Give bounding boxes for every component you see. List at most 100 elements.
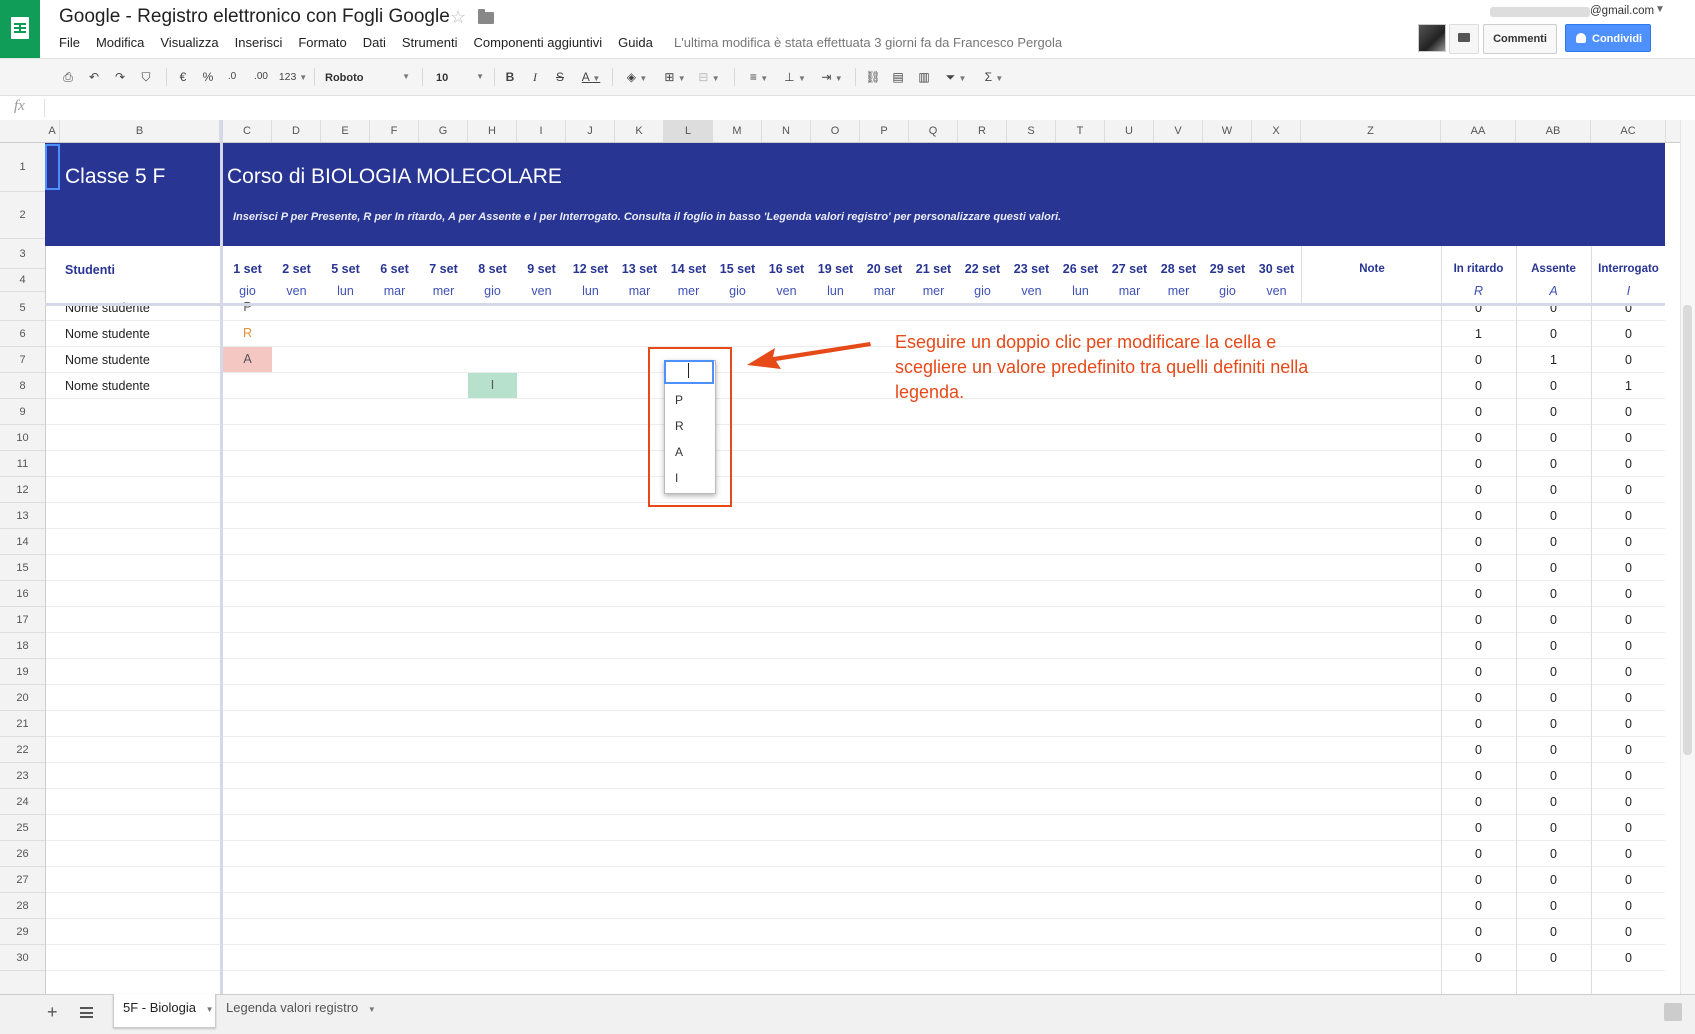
undo-icon[interactable]: ↶	[86, 68, 102, 86]
date-header[interactable]: 5 set	[321, 262, 370, 276]
count-cell[interactable]: 0	[1441, 951, 1516, 965]
date-header[interactable]: 1 set	[223, 262, 272, 276]
count-cell[interactable]: 0	[1591, 431, 1666, 445]
count-cell[interactable]: 0	[1591, 925, 1666, 939]
weekday-header[interactable]: lun	[1056, 284, 1105, 298]
row-header-21[interactable]: 21	[0, 711, 45, 737]
summary-code[interactable]: I	[1591, 284, 1666, 298]
chat-icon[interactable]	[1449, 24, 1479, 54]
date-header[interactable]: 26 set	[1056, 262, 1105, 276]
weekday-header[interactable]: lun	[811, 284, 860, 298]
menu-dati[interactable]: Dati	[363, 35, 386, 53]
date-header[interactable]: 29 set	[1203, 262, 1252, 276]
count-cell[interactable]: 0	[1516, 327, 1591, 341]
weekday-header[interactable]: ven	[272, 284, 321, 298]
count-cell[interactable]: 0	[1441, 353, 1516, 367]
count-cell[interactable]: 0	[1441, 873, 1516, 887]
star-icon[interactable]: ☆	[450, 7, 466, 28]
column-header-z[interactable]: Z	[1301, 120, 1441, 142]
class-title[interactable]: Classe 5 F	[65, 165, 165, 189]
column-header-u[interactable]: U	[1105, 120, 1154, 142]
row-header-24[interactable]: 24	[0, 789, 45, 815]
weekday-header[interactable]: mar	[1105, 284, 1154, 298]
count-cell[interactable]: 0	[1441, 483, 1516, 497]
dropdown-option-i[interactable]: I	[675, 471, 678, 485]
horizontal-align-icon[interactable]: ≡ ▼	[744, 68, 774, 86]
bold-button[interactable]: B	[503, 68, 517, 86]
student-name[interactable]: Nome studente	[65, 353, 150, 367]
count-cell[interactable]: 0	[1591, 535, 1666, 549]
weekday-header[interactable]: ven	[762, 284, 811, 298]
count-cell[interactable]: 0	[1516, 717, 1591, 731]
date-header[interactable]: 15 set	[713, 262, 762, 276]
row-header-13[interactable]: 13	[0, 503, 45, 529]
italic-button[interactable]: I	[528, 68, 542, 86]
weekday-header[interactable]: gio	[1203, 284, 1252, 298]
count-cell[interactable]: 0	[1591, 795, 1666, 809]
date-header[interactable]: 20 set	[860, 262, 909, 276]
count-cell[interactable]: 0	[1591, 587, 1666, 601]
strikethrough-button[interactable]: S	[553, 68, 567, 86]
text-color-button[interactable]: A ▼	[577, 68, 605, 86]
column-header-s[interactable]: S	[1007, 120, 1056, 142]
count-cell[interactable]: 0	[1441, 509, 1516, 523]
column-header-j[interactable]: J	[566, 120, 615, 142]
column-header-b[interactable]: B	[60, 120, 220, 142]
count-cell[interactable]: 0	[1516, 925, 1591, 939]
count-cell[interactable]: 0	[1516, 587, 1591, 601]
row-header-19[interactable]: 19	[0, 659, 45, 685]
count-cell[interactable]: 0	[1591, 613, 1666, 627]
count-cell[interactable]: 0	[1441, 691, 1516, 705]
column-header-d[interactable]: D	[272, 120, 321, 142]
folder-icon[interactable]	[478, 9, 494, 24]
date-header[interactable]: 2 set	[272, 262, 321, 276]
date-header[interactable]: 13 set	[615, 262, 664, 276]
row-header-29[interactable]: 29	[0, 919, 45, 945]
date-header[interactable]: 14 set	[664, 262, 713, 276]
count-cell[interactable]: 0	[1591, 899, 1666, 913]
date-header[interactable]: 7 set	[419, 262, 468, 276]
increase-decimal-button[interactable]: .00	[251, 68, 271, 86]
column-header-i[interactable]: I	[517, 120, 566, 142]
count-cell[interactable]: 0	[1441, 587, 1516, 601]
chevron-down-icon[interactable]: ▼	[206, 1005, 214, 1014]
row-header-18[interactable]: 18	[0, 633, 45, 659]
count-cell[interactable]: 0	[1441, 561, 1516, 575]
count-cell[interactable]: 0	[1441, 405, 1516, 419]
dropdown-option-a[interactable]: A	[675, 445, 683, 459]
row-header-20[interactable]: 20	[0, 685, 45, 711]
menu-visualizza[interactable]: Visualizza	[160, 35, 218, 53]
count-cell[interactable]: 0	[1516, 639, 1591, 653]
chart-icon[interactable]: ▥	[915, 68, 933, 86]
count-cell[interactable]: 0	[1441, 717, 1516, 731]
column-header-f[interactable]: F	[370, 120, 419, 142]
count-cell[interactable]: 0	[1441, 457, 1516, 471]
count-cell[interactable]: 0	[1441, 899, 1516, 913]
selected-cell-a1[interactable]	[45, 144, 60, 190]
menu-formato[interactable]: Formato	[298, 35, 346, 53]
row-header-12[interactable]: 12	[0, 477, 45, 503]
menu-strumenti[interactable]: Strumenti	[402, 35, 458, 53]
count-cell[interactable]: 1	[1591, 379, 1666, 393]
count-cell[interactable]: 0	[1591, 743, 1666, 757]
font-size-select[interactable]: 10 ▼	[436, 68, 484, 86]
count-cell[interactable]: 0	[1441, 925, 1516, 939]
row-header-16[interactable]: 16	[0, 581, 45, 607]
count-cell[interactable]: 0	[1441, 639, 1516, 653]
weekday-header[interactable]: mar	[370, 284, 419, 298]
attendance-cell[interactable]: A	[223, 347, 272, 372]
percent-format-button[interactable]: %	[201, 68, 215, 86]
row-header-8[interactable]: 8	[0, 373, 45, 399]
weekday-header[interactable]: ven	[1252, 284, 1301, 298]
count-cell[interactable]: 0	[1516, 743, 1591, 757]
count-cell[interactable]: 0	[1591, 457, 1666, 471]
row-header-23[interactable]: 23	[0, 763, 45, 789]
row-header-9[interactable]: 9	[0, 399, 45, 425]
weekday-header[interactable]: mer	[909, 284, 958, 298]
row-header-14[interactable]: 14	[0, 529, 45, 555]
summary-header[interactable]: Interrogato	[1591, 263, 1666, 275]
count-cell[interactable]: 0	[1441, 821, 1516, 835]
borders-icon[interactable]: ⊞ ▼	[660, 68, 690, 86]
count-cell[interactable]: 0	[1591, 405, 1666, 419]
count-cell[interactable]: 0	[1516, 509, 1591, 523]
